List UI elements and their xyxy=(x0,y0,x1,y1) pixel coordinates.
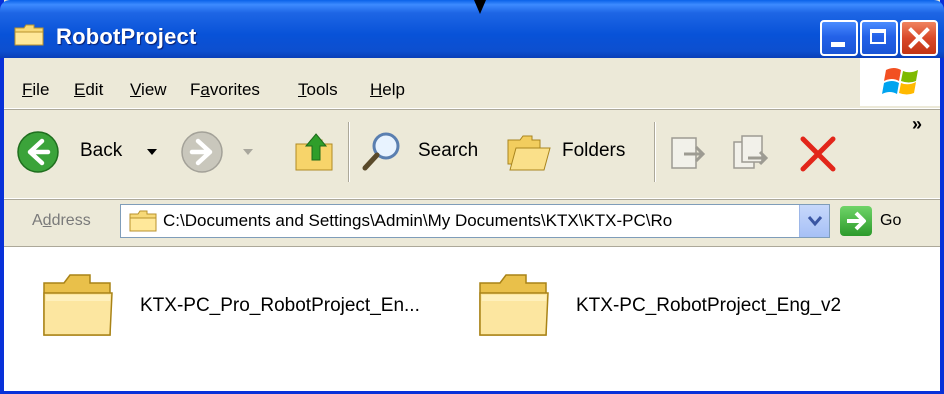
folder-content-pane: KTX-PC_Pro_RobotProject_En... KTX-PC_Rob… xyxy=(4,246,940,391)
cursor-pointer-icon xyxy=(474,0,486,14)
folder-title-icon xyxy=(14,24,44,46)
minimize-button[interactable] xyxy=(820,20,858,56)
folder-name: KTX-PC_Pro_RobotProject_En... xyxy=(140,295,420,316)
standard-toolbar: Back Search Folders » xyxy=(4,110,940,199)
forward-arrow-icon xyxy=(181,131,223,173)
menu-bar: File Edit View Favorites Tools Help xyxy=(4,58,940,109)
folder-icon xyxy=(479,274,549,336)
menu-favorites[interactable]: Favorites xyxy=(190,80,260,100)
back-dropdown-icon[interactable] xyxy=(146,148,158,156)
folder-item[interactable]: KTX-PC_RobotProject_Eng_v2 xyxy=(476,267,916,347)
search-button[interactable]: Search xyxy=(360,128,488,176)
forward-button[interactable] xyxy=(180,128,260,176)
chevron-down-icon xyxy=(807,216,823,227)
close-button[interactable] xyxy=(900,20,938,56)
folders-icon xyxy=(507,135,551,171)
back-arrow-icon xyxy=(17,131,59,173)
go-label[interactable]: Go xyxy=(880,212,901,230)
minimize-icon xyxy=(831,42,845,47)
folder-item[interactable]: KTX-PC_Pro_RobotProject_En... xyxy=(40,267,480,347)
menu-tools[interactable]: Tools xyxy=(298,80,338,100)
toolbar-separator xyxy=(348,122,349,182)
toolbar-separator-2 xyxy=(654,122,655,182)
go-button[interactable] xyxy=(840,206,872,236)
delete-x-icon[interactable] xyxy=(798,134,838,174)
go-arrow-icon xyxy=(847,211,866,231)
forward-dropdown-icon xyxy=(243,149,253,155)
maximize-icon xyxy=(870,29,886,44)
folder-name: KTX-PC_RobotProject_Eng_v2 xyxy=(576,295,842,316)
close-icon xyxy=(908,27,930,49)
folders-label: Folders xyxy=(562,140,626,161)
back-label: Back xyxy=(80,140,123,161)
windows-flag-icon xyxy=(882,68,918,95)
address-field[interactable]: C:\Documents and Settings\Admin\My Docum… xyxy=(120,204,830,238)
folder-address-icon xyxy=(129,210,157,232)
address-value: C:\Documents and Settings\Admin\My Docum… xyxy=(163,211,673,230)
window-title: RobotProject xyxy=(56,24,197,49)
copy-to-icon[interactable] xyxy=(730,134,770,174)
explorer-window: RobotProject File Edit View Favorites To… xyxy=(0,0,944,394)
magnifier-icon xyxy=(362,132,400,171)
toolbar-overflow-chevron[interactable]: » xyxy=(912,114,922,135)
maximize-button[interactable] xyxy=(860,20,898,56)
menu-view[interactable]: View xyxy=(130,80,167,100)
menu-file[interactable]: File xyxy=(22,80,49,100)
menu-help[interactable]: Help xyxy=(370,80,405,100)
move-to-icon[interactable] xyxy=(668,134,708,174)
up-folder-icon[interactable] xyxy=(292,130,336,174)
title-bar[interactable]: RobotProject xyxy=(0,0,944,58)
search-label: Search xyxy=(418,140,479,161)
back-button[interactable]: Back xyxy=(16,128,166,176)
folders-button[interactable]: Folders xyxy=(506,128,642,176)
folder-icon xyxy=(43,274,113,336)
menu-edit[interactable]: Edit xyxy=(74,80,103,100)
windows-logo-area xyxy=(860,58,940,106)
address-label: Address xyxy=(32,212,91,229)
address-bar: Address C:\Documents and Settings\Admin\… xyxy=(4,200,940,244)
address-dropdown-button[interactable] xyxy=(799,205,829,237)
